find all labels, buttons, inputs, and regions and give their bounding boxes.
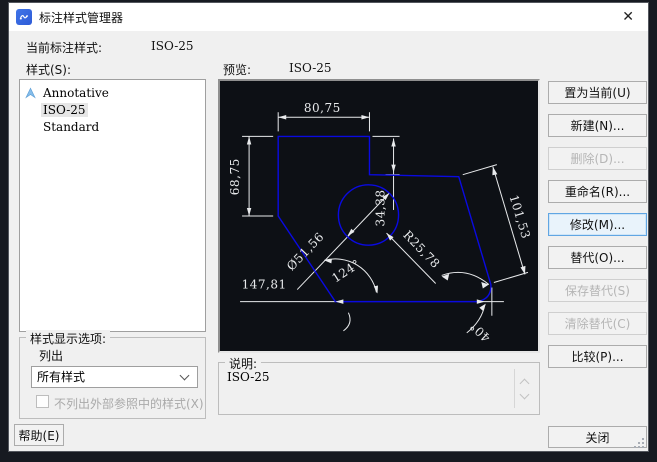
list-filter-label: 列出 <box>39 349 64 363</box>
help-button[interactable]: 帮助(E) <box>14 424 64 446</box>
description-group: 说明: ISO-25 <box>218 355 540 415</box>
description-text: ISO-25 <box>227 370 270 384</box>
xref-filter-checkbox-label: 不列出外部参照中的样式(X) <box>54 397 204 411</box>
preview-label: 预览: <box>223 63 252 77</box>
dim-label-aligned: 101,53 <box>506 193 533 240</box>
xref-filter-checkbox <box>36 395 49 408</box>
dim-label-notch-height: 34,38 <box>374 189 388 226</box>
dim-label-angle-left: 124° <box>329 257 363 286</box>
preview-style-value: ISO-25 <box>289 61 332 75</box>
clear-override-button: 清除替代(C) <box>548 312 647 335</box>
list-item-standard[interactable]: Standard <box>20 119 205 136</box>
current-style-value: ISO-25 <box>151 39 194 53</box>
preview-drawing: 80,75 68,75 34,38 101,53 R25,78 Ø51,56 1… <box>228 101 533 345</box>
app-icon <box>16 9 32 25</box>
compare-button[interactable]: 比较(P)... <box>548 345 647 368</box>
styles-list-label: 样式(S): <box>26 63 72 77</box>
set-current-button[interactable]: 置为当前(U) <box>548 81 647 104</box>
cad-background: 标注样式管理器 ✕ 当前标注样式: ISO-25 样式(S): 预览: ISO-… <box>0 0 657 462</box>
list-filter-selected-value: 所有样式 <box>37 370 86 384</box>
dim-label-diameter: Ø51,56 <box>284 230 327 274</box>
style-display-options-label: 样式显示选项: <box>26 330 111 347</box>
close-icon[interactable]: ✕ <box>622 8 634 26</box>
list-item-iso25[interactable]: ISO-25 <box>20 102 205 119</box>
override-button[interactable]: 替代(O)... <box>548 246 647 269</box>
scroll-up-icon[interactable] <box>519 378 530 388</box>
dim-label-radius: R25,78 <box>400 228 442 271</box>
delete-button: 删除(D)... <box>548 147 647 170</box>
styles-list[interactable]: Annotative ISO-25 Standard <box>19 79 206 332</box>
resize-grip[interactable] <box>633 437 644 448</box>
dim-label-top-width: 80,75 <box>304 101 341 115</box>
new-button[interactable]: 新建(N)... <box>548 114 647 137</box>
save-override-button: 保存替代(S) <box>548 279 647 302</box>
list-filter-dropdown[interactable]: 所有样式 <box>31 366 198 388</box>
scroll-down-icon[interactable] <box>519 389 530 399</box>
list-item-annotative[interactable]: Annotative <box>20 85 205 102</box>
title-bar[interactable]: 标注样式管理器 ✕ <box>9 3 648 31</box>
description-scrollbar[interactable] <box>514 369 534 408</box>
current-style-label: 当前标注样式: <box>26 41 103 55</box>
style-preview-pane: 80,75 68,75 34,38 101,53 R25,78 Ø51,56 1… <box>218 79 540 353</box>
dim-label-angle-right: 40° <box>467 319 493 345</box>
dim-label-bottom-width: 147,81 <box>242 278 287 292</box>
rename-button[interactable]: 重命名(R)... <box>548 180 647 203</box>
chevron-down-icon <box>179 370 190 381</box>
dim-label-left-height: 68,75 <box>228 158 242 195</box>
dimension-style-manager-dialog: 标注样式管理器 ✕ 当前标注样式: ISO-25 样式(S): 预览: ISO-… <box>8 2 649 452</box>
modify-button[interactable]: 修改(M)... <box>548 213 647 236</box>
window-title: 标注样式管理器 <box>39 10 124 25</box>
